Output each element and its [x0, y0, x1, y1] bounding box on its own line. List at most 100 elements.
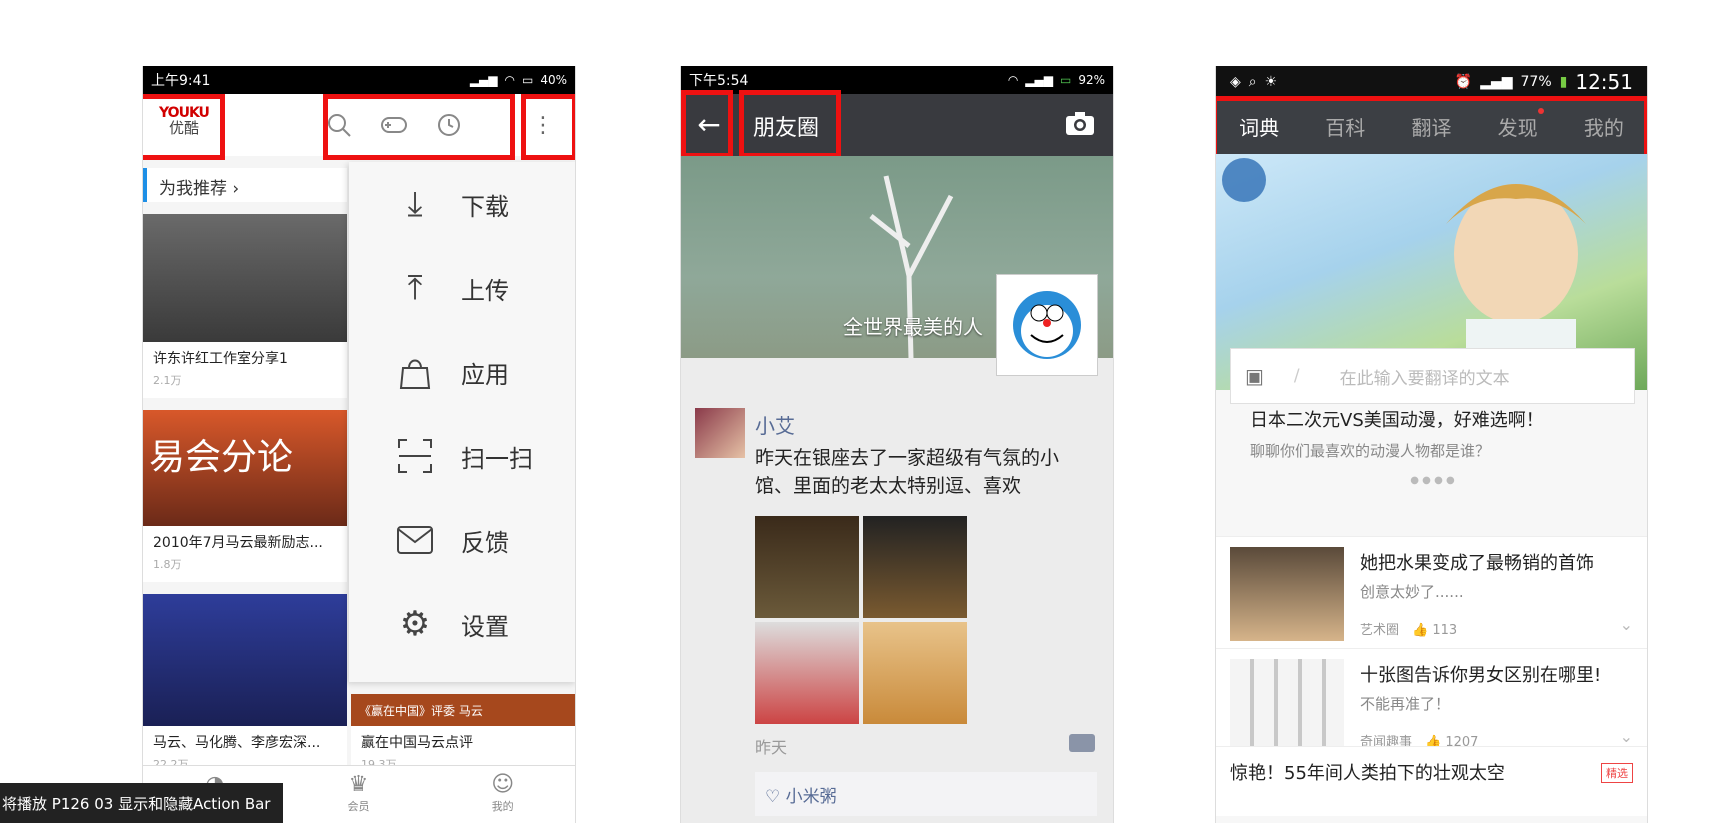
status-bar: ◈ ⌕ ☀ ⏰ ▂▄▆ 77% ▮ 12:51	[1216, 66, 1647, 98]
search-icon: ⌕	[1248, 74, 1257, 90]
avatar[interactable]	[695, 408, 745, 458]
heart-icon: ♡	[765, 787, 786, 807]
game-controller-icon[interactable]	[378, 109, 410, 141]
tab-translate[interactable]: 翻译	[1405, 104, 1457, 149]
comment-icon[interactable]	[1069, 734, 1095, 752]
photo[interactable]	[755, 516, 859, 618]
battery-level: 92%	[1078, 73, 1105, 87]
signal-icon: ▂▄▆	[1480, 74, 1513, 90]
article-item[interactable]: 惊艳！55年间人类拍下的壮观太空 精选	[1216, 746, 1647, 816]
battery-level: 77%	[1520, 74, 1552, 90]
video-caption: 将播放 P126 03 显示和隐藏Action Bar	[0, 783, 283, 823]
signal-icon: ▂▄▆	[469, 73, 498, 87]
recommend-label: 为我推荐	[159, 179, 227, 199]
menu-label: 设置	[461, 612, 509, 641]
article-image	[1230, 659, 1344, 753]
like-name[interactable]: 小米粥	[786, 787, 837, 807]
like-count: 113	[1432, 623, 1458, 638]
video-thumbnail[interactable]	[143, 594, 347, 726]
search-icon[interactable]	[323, 109, 355, 141]
menu-item-upload[interactable]: ⤒ 上传	[349, 246, 575, 330]
featured-quote[interactable]: 日本二次元VS美国动漫，好难选啊！ 聊聊你们最喜欢的动漫人物都是谁？ ● ● ●…	[1230, 406, 1635, 486]
thumbnail-banner: 《赢在中国》评委 马云	[359, 704, 483, 718]
menu-item-apps[interactable]: 应用	[349, 330, 575, 414]
scan-icon	[391, 432, 439, 480]
menu-label: 下载	[461, 192, 509, 221]
back-arrow-icon[interactable]: ←	[691, 108, 727, 144]
article-title: 十张图告诉你男女区别在哪里!	[1360, 665, 1602, 686]
video-thumbnail[interactable]: 《赢在中国》评委 马云	[351, 694, 575, 726]
photo[interactable]	[863, 622, 967, 724]
photo-grid	[755, 516, 967, 724]
upload-icon: ⤒	[407, 268, 423, 308]
signal-icon: ▂▄▆	[1025, 73, 1053, 87]
chevron-down-icon[interactable]: ⌄	[1620, 727, 1633, 746]
nav-label: 我的	[491, 800, 514, 813]
translate-placeholder: 在此输入要翻译的文本	[1339, 368, 1510, 389]
article-item[interactable]: 十张图告诉你男女区别在哪里! 不能再准了！ 奇闻趣事 👍 1207 ⌄	[1216, 648, 1647, 760]
article-item[interactable]: 她把水果变成了最畅销的首饰 创意太妙了...... 艺术圈 👍 113 ⌄	[1216, 536, 1647, 648]
menu-item-download[interactable]: ⤓ 下载	[349, 162, 575, 246]
profile-avatar[interactable]	[996, 274, 1098, 376]
nav-mine[interactable]: ☺ 我的	[491, 772, 514, 814]
post-time: 昨天	[755, 738, 788, 757]
video-item[interactable]: 2010年7月马云最新励志... 1.8万	[143, 526, 347, 582]
article-subtitle: 不能再准了！	[1360, 695, 1451, 713]
likes-box: ♡ 小米粥	[755, 772, 1097, 816]
tab-label: 发现	[1497, 115, 1538, 140]
logo-text-zh: 优酷	[168, 118, 199, 137]
menu-label: 扫一扫	[461, 444, 533, 473]
status-bar: 上午9:41 ▂▄▆ ◠ ▭ 40%	[143, 66, 575, 94]
action-bar: YOUKU 优酷 ⋮	[143, 94, 575, 156]
photo[interactable]	[863, 516, 967, 618]
quote-title: 日本二次元VS美国动漫，好难选啊！	[1250, 410, 1544, 431]
battery-icon: ▭	[1059, 73, 1072, 87]
video-thumbnail[interactable]: 易会分论	[143, 410, 347, 526]
photo[interactable]	[755, 622, 859, 724]
youku-logo[interactable]: YOUKU 优酷	[153, 106, 215, 146]
menu-item-settings[interactable]: ⚙ 设置	[349, 582, 575, 666]
view-count: 2.1万	[153, 374, 182, 387]
page-indicator: ● ● ● ●	[1410, 475, 1455, 486]
chevron-down-icon[interactable]: ⌄	[1620, 615, 1633, 634]
nav-vip[interactable]: ♛ 会员	[348, 772, 370, 814]
post-author[interactable]: 小艾	[755, 410, 795, 439]
video-thumbnail[interactable]	[143, 214, 347, 342]
article-title: 她把水果变成了最畅销的首饰	[1360, 553, 1594, 574]
article-image	[1230, 547, 1344, 641]
shield-icon: ◈	[1230, 74, 1241, 90]
featured-badge: 精选	[1601, 763, 1633, 783]
menu-item-feedback[interactable]: 反馈	[349, 498, 575, 582]
article-title: 惊艳！55年间人类拍下的壮观太空	[1230, 763, 1505, 784]
tab-bar: 词典 百科 翻译 发现 我的	[1216, 98, 1647, 159]
cover-text: 全世界最美的人	[843, 315, 983, 339]
video-title: 赢在中国马云点评	[361, 735, 473, 751]
wifi-icon: ◠	[1007, 73, 1019, 87]
tab-discover[interactable]: 发现	[1492, 104, 1544, 149]
menu-item-scan[interactable]: 扫一扫	[349, 414, 575, 498]
view-count: 1.8万	[153, 558, 182, 571]
battery-icon: ▭	[521, 73, 534, 87]
history-clock-icon[interactable]	[433, 109, 465, 141]
camera-icon[interactable]	[1065, 110, 1095, 140]
tab-mine[interactable]: 我的	[1578, 104, 1630, 149]
status-time: 12:51	[1575, 70, 1633, 94]
overflow-menu-icon[interactable]: ⋮	[527, 109, 559, 141]
video-item[interactable]: 许东许红工作室分享1 2.1万	[143, 342, 347, 398]
translate-input[interactable]: ▣ / 在此输入要翻译的文本	[1230, 348, 1635, 404]
feedback-mail-icon	[391, 516, 439, 564]
alarm-icon: ⏰	[1454, 74, 1473, 90]
download-icon: ⤓	[407, 184, 423, 224]
tab-dictionary[interactable]: 词典	[1217, 104, 1302, 159]
page-title: 朋友圈	[753, 116, 820, 141]
camera-icon[interactable]: ▣	[1245, 364, 1264, 388]
apps-bag-icon	[391, 348, 439, 396]
user-icon: ☺	[491, 772, 515, 797]
youku-phone: 上午9:41 ▂▄▆ ◠ ▭ 40% YOUKU 优酷 ⋮ 为我推荐 › 许东许…	[142, 66, 576, 823]
recommend-header[interactable]: 为我推荐 ›	[143, 168, 347, 202]
video-title: 2010年7月马云最新励志...	[153, 535, 323, 551]
thumb-up-icon: 👍	[1412, 623, 1429, 638]
tab-encyclopedia[interactable]: 百科	[1319, 104, 1371, 149]
wifi-icon: ◠	[504, 73, 515, 87]
menu-label: 上传	[461, 276, 509, 305]
